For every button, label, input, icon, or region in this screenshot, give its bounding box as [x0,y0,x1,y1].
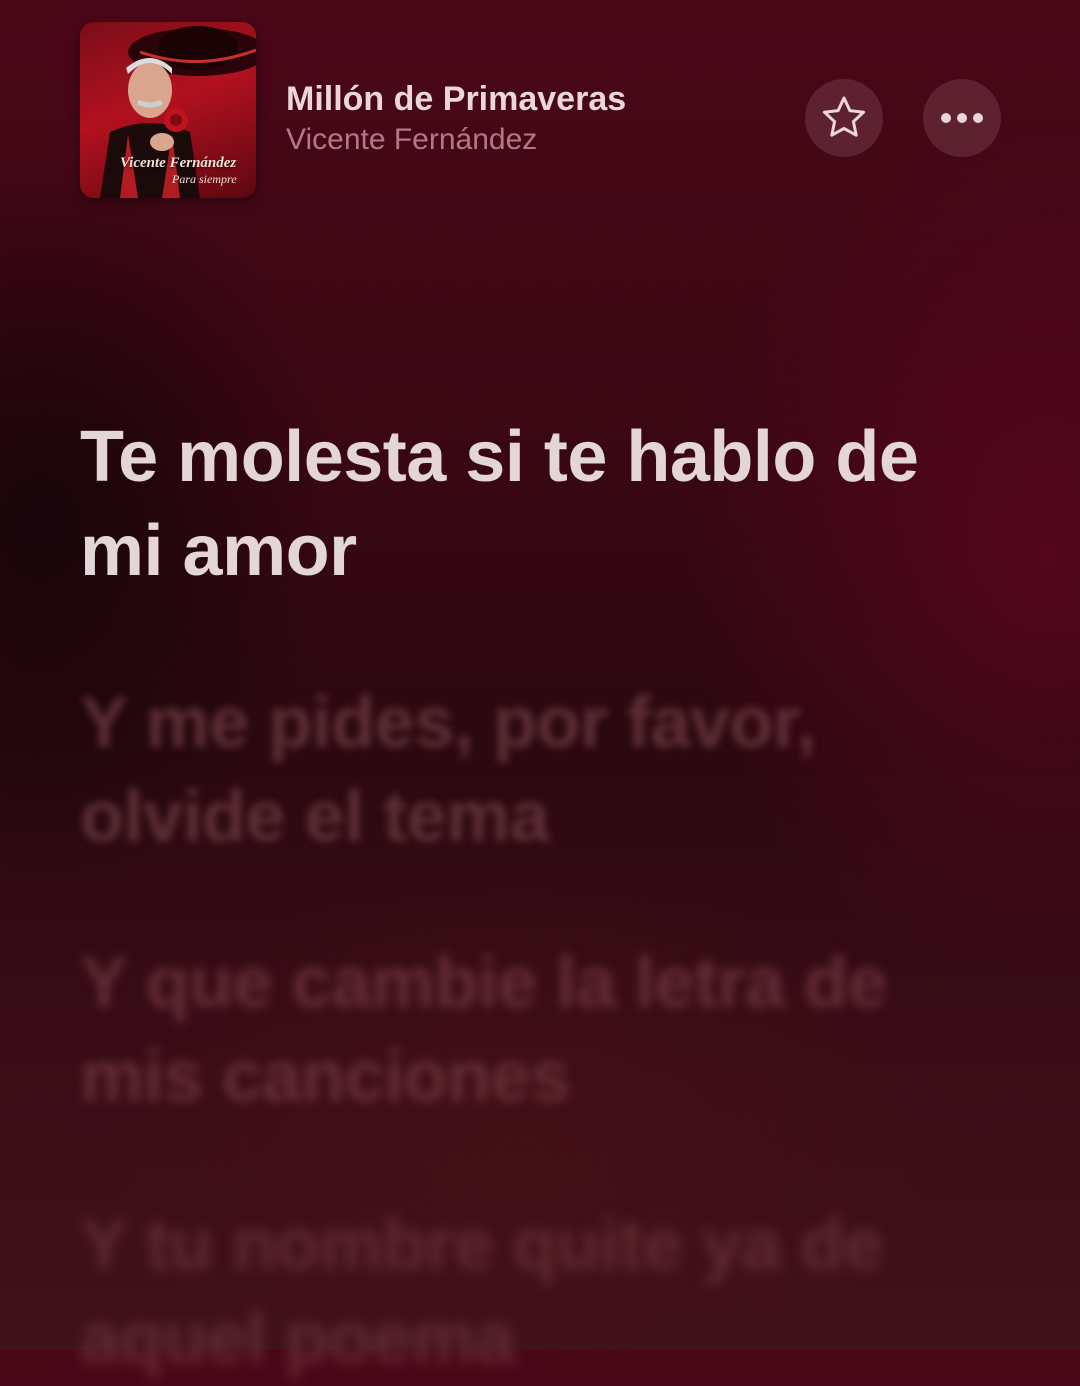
lyric-line-upcoming[interactable]: Y que cambie la letra de mis canciones [80,936,1020,1124]
track-info[interactable]: Millón de Primaveras Vicente Fernández [286,78,786,160]
favorite-button[interactable] [805,79,883,157]
lyric-line-upcoming[interactable]: Y me pides, por favor, olvide el tema [80,676,1020,864]
star-icon [822,96,866,137]
ellipsis-icon [941,113,983,123]
lyric-line-upcoming[interactable]: Y tu nombre quite ya de aquel poema [80,1198,1020,1386]
album-art-artist-text: Vicente Fernández [120,155,237,171]
more-options-button[interactable] [923,79,1001,157]
album-art-subtitle-text: Para siempre [172,172,237,186]
track-title: Millón de Primaveras [286,80,627,118]
album-art[interactable]: Vicente Fernández Para siempre [80,22,256,198]
now-playing-header: Vicente Fernández Para siempre Millón de… [0,0,1080,220]
lyric-line-current[interactable]: Te molesta si te hablo de mi amor [80,410,1020,598]
track-artist[interactable]: Vicente Fernández [286,120,786,160]
album-art-caption: Vicente Fernández Para siempre [120,155,256,186]
